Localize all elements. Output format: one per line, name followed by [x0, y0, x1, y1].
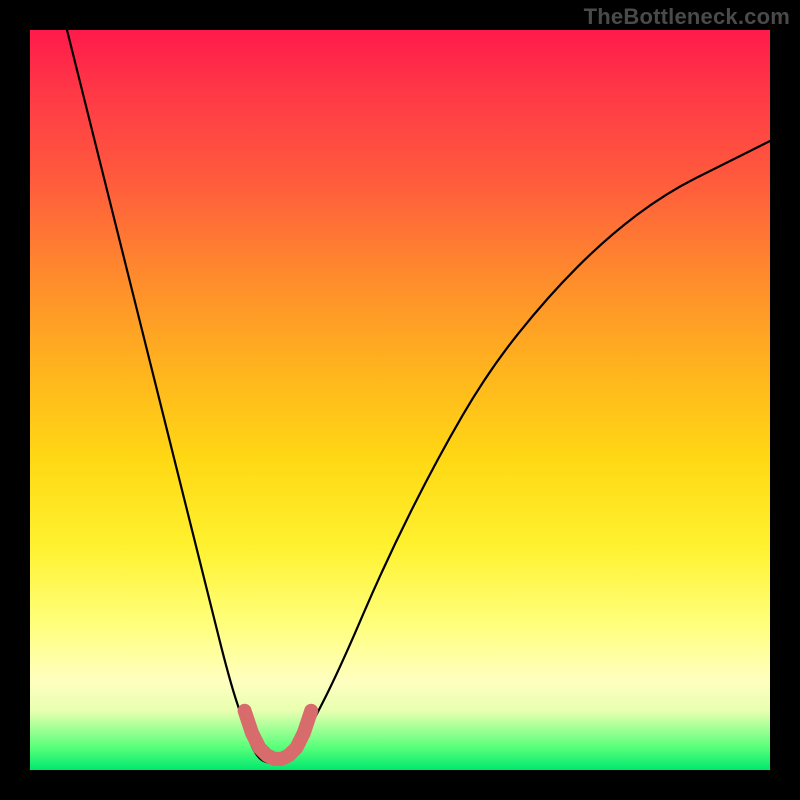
plot-area — [30, 30, 770, 770]
bottleneck-curve — [67, 30, 770, 763]
chart-frame: TheBottleneck.com — [0, 0, 800, 800]
attribution-label: TheBottleneck.com — [584, 4, 790, 30]
curve-layer — [30, 30, 770, 770]
marker-band — [245, 711, 312, 759]
